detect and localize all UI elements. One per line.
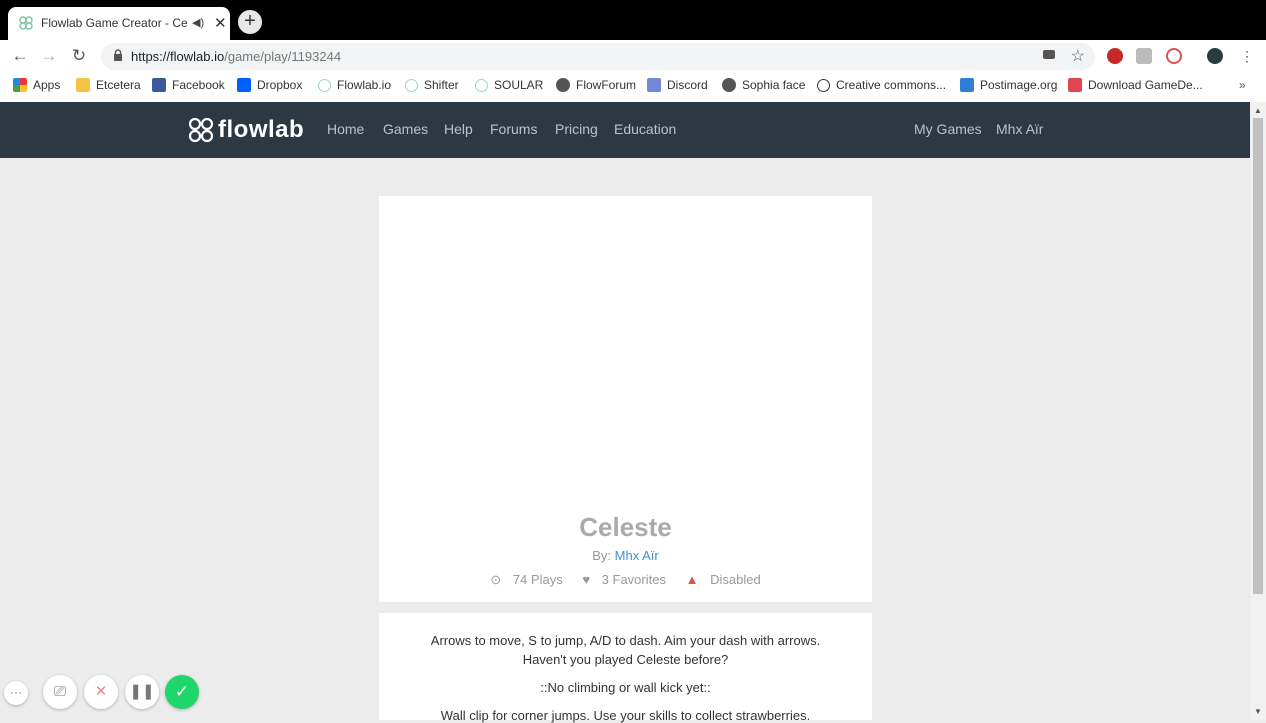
- more-bookmarks-button[interactable]: »: [1239, 78, 1246, 92]
- profile-avatar[interactable]: [1207, 48, 1223, 64]
- browser-tab[interactable]: Flowlab Game Creator - Cele ◀) ✕: [8, 7, 230, 40]
- bookmark-apps[interactable]: Apps: [13, 78, 60, 92]
- favorites-stat: ♥ 3 Favorites: [582, 572, 666, 587]
- description-line: ::No climbing or wall kick yet::: [540, 680, 711, 695]
- nav-pricing[interactable]: Pricing: [555, 121, 598, 137]
- description-line: Haven't you played Celeste before?: [522, 652, 729, 667]
- folder-icon: [76, 78, 90, 92]
- play-circle-icon: ⊙: [490, 572, 502, 587]
- nav-education[interactable]: Education: [614, 121, 676, 137]
- scroll-up-icon[interactable]: ▲: [1254, 106, 1262, 115]
- adblock-extension-icon[interactable]: [1107, 48, 1123, 64]
- browser-toolbar: ← → ↻ https://flowlab.io/game/play/11932…: [0, 40, 1266, 72]
- camera-toggle-button[interactable]: ⎚: [43, 675, 77, 709]
- extension-icon[interactable]: [1136, 48, 1152, 64]
- creative-commons-icon: [817, 78, 830, 92]
- new-tab-button[interactable]: +: [238, 10, 262, 34]
- discord-icon: [647, 78, 661, 92]
- gamedev-icon: [1068, 78, 1082, 92]
- url-text: https://flowlab.io/game/play/1193244: [131, 49, 342, 64]
- close-tab-icon[interactable]: ✕: [214, 14, 227, 32]
- game-description: Arrows to move, S to jump, A/D to dash. …: [379, 613, 872, 723]
- scroll-down-icon[interactable]: ▼: [1254, 707, 1262, 716]
- nav-user[interactable]: Mhx Aïr: [996, 121, 1043, 137]
- pause-button[interactable]: ❚❚: [125, 675, 159, 709]
- flowlab-icon: [475, 78, 488, 92]
- nav-help[interactable]: Help: [444, 121, 473, 137]
- bookmark-flowlab[interactable]: Flowlab.io: [318, 78, 391, 92]
- facebook-icon: [152, 78, 166, 92]
- lock-icon: [114, 49, 122, 61]
- flowlab-logo-icon: [188, 117, 214, 143]
- arrow-left-icon[interactable]: ←: [9, 45, 31, 67]
- flowlab-logo[interactable]: flowlab: [188, 116, 304, 144]
- more-options-button[interactable]: ···: [4, 681, 28, 705]
- status-stat: ▲ Disabled: [685, 572, 761, 587]
- bookmark-postimage[interactable]: Postimage.org: [960, 78, 1057, 92]
- cancel-button[interactable]: ✕: [84, 675, 118, 709]
- confirm-button[interactable]: ✓: [165, 675, 199, 709]
- bookmark-shifter[interactable]: Shifter: [405, 78, 459, 92]
- description-line: Wall clip for corner jumps. Use your ski…: [440, 708, 811, 723]
- game-card: Celeste By: Mhx Aïr ⊙ 74 Plays ♥ 3 Favor…: [379, 196, 872, 602]
- game-byline: By: Mhx Aïr: [592, 548, 659, 563]
- camera-icon[interactable]: [1043, 50, 1055, 59]
- bookmark-sophia-face[interactable]: Sophia face: [722, 78, 805, 92]
- address-bar[interactable]: https://flowlab.io/game/play/1193244 ☆: [101, 43, 1095, 70]
- globe-icon: [556, 78, 570, 92]
- browser-tab-bar: Flowlab Game Creator - Cele ◀) ✕ +: [0, 0, 1266, 40]
- plays-stat: ⊙ 74 Plays: [490, 572, 563, 587]
- bookmark-flowforum[interactable]: FlowForum: [556, 78, 636, 92]
- flowlab-favicon-icon: [19, 16, 33, 30]
- nav-forums[interactable]: Forums: [490, 121, 537, 137]
- page-scrollbar[interactable]: ▲ ▼: [1250, 102, 1266, 720]
- reload-icon[interactable]: ↻: [68, 45, 90, 67]
- globe-icon: [722, 78, 736, 92]
- nav-games[interactable]: Games: [383, 121, 428, 137]
- bookmark-soular[interactable]: SOULAR: [475, 78, 543, 92]
- speaker-icon[interactable]: ◀): [192, 16, 204, 29]
- bookmark-dropbox[interactable]: Dropbox: [237, 78, 302, 92]
- warning-icon: ▲: [685, 572, 699, 587]
- description-line: Arrows to move, S to jump, A/D to dash. …: [430, 633, 821, 648]
- flowlab-icon: [318, 78, 331, 92]
- postimage-icon: [960, 78, 974, 92]
- bookmark-discord[interactable]: Discord: [647, 78, 708, 92]
- nav-home[interactable]: Home: [327, 121, 364, 137]
- game-stats: ⊙ 74 Plays ♥ 3 Favorites ▲ Disabled: [379, 572, 872, 588]
- author-link[interactable]: Mhx Aïr: [615, 548, 659, 563]
- tab-title: Flowlab Game Creator - Cele: [41, 16, 187, 30]
- bookmarks-bar: Apps Etcetera Facebook Dropbox Flowlab.i…: [0, 72, 1266, 103]
- arrow-right-icon[interactable]: →: [38, 45, 60, 67]
- flowlab-icon: [405, 78, 418, 92]
- heart-icon: ♥: [582, 572, 591, 587]
- site-navbar: flowlab Home Games Help Forums Pricing E…: [0, 102, 1250, 158]
- apps-grid-icon: [13, 78, 27, 92]
- extension-swirl-icon[interactable]: [1166, 48, 1182, 64]
- bookmark-download-gamedev[interactable]: Download GameDe...: [1068, 78, 1203, 92]
- bookmark-creative-commons[interactable]: Creative commons...: [817, 78, 946, 92]
- bookmark-facebook[interactable]: Facebook: [152, 78, 225, 92]
- game-title: Celeste: [579, 512, 672, 542]
- scrollbar-thumb[interactable]: [1253, 118, 1263, 594]
- bookmark-etcetera[interactable]: Etcetera: [76, 78, 141, 92]
- star-icon[interactable]: ☆: [1071, 46, 1085, 66]
- nav-my-games[interactable]: My Games: [914, 121, 982, 137]
- menu-dots-icon[interactable]: ⋮: [1236, 45, 1258, 67]
- dropbox-icon: [237, 78, 251, 92]
